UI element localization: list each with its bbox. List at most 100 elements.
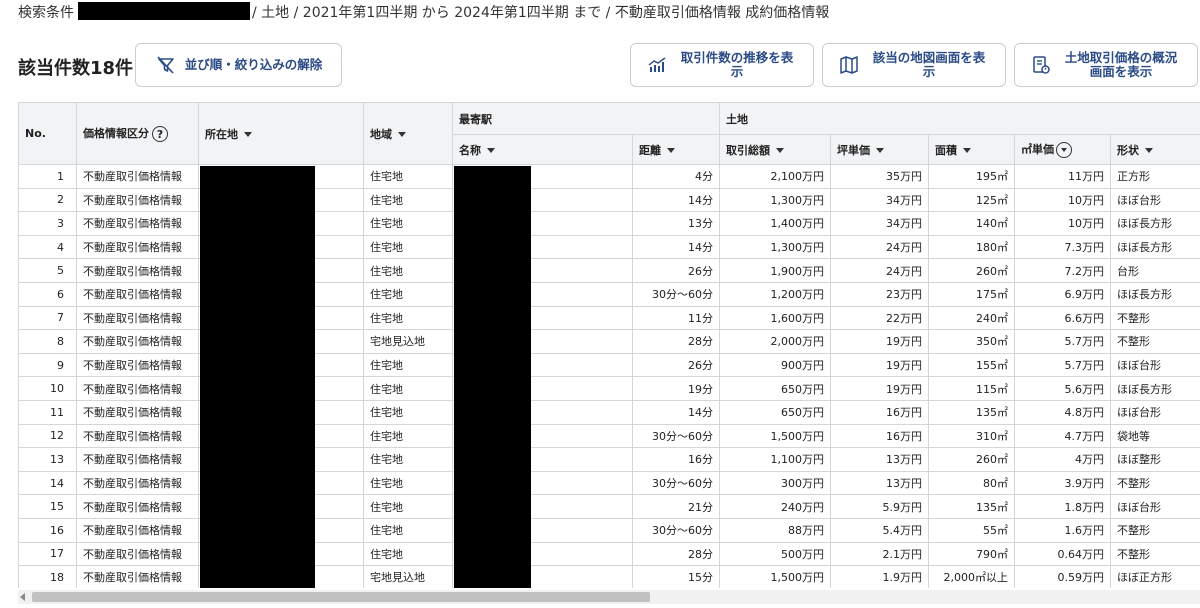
cell-sqm-price: 10万円: [1014, 187, 1111, 213]
cell-tsubo-price: 24万円: [830, 234, 929, 260]
col-tsubo-label: 坪単価: [837, 143, 870, 157]
col-header-location[interactable]: 所在地: [198, 102, 364, 165]
cell-tsubo-price: 2.1万円: [830, 541, 929, 567]
cell-info-type: 不動産取引価格情報: [76, 376, 199, 401]
col-header-distance[interactable]: 距離: [632, 134, 720, 165]
show-overview-button[interactable]: 土地取引価格の概況画面を表示: [1014, 43, 1198, 87]
col-header-tsubo-price[interactable]: 坪単価: [830, 134, 929, 165]
cell-tsubo-price: 19万円: [830, 352, 929, 378]
table-row[interactable]: 9 不動産取引価格情報 住宅地 26分 900万円 19万円 155㎡ 5.7万円 ほぼ台形: [18, 352, 1200, 378]
table-row[interactable]: 3 不動産取引価格情報 住宅地 13分 1,400万円 34万円 140㎡ 10万円 ほぼ長方形: [18, 211, 1200, 236]
sort-desc-active-icon[interactable]: [1056, 142, 1072, 158]
table-row[interactable]: 12 不動産取引価格情報 住宅地 30分〜60分 1,500万円 16万円 310㎡ 4.7万…: [18, 423, 1200, 449]
col-header-size[interactable]: 面積: [928, 134, 1015, 165]
cell-sqm-price: 1.6万円: [1014, 517, 1111, 543]
cell-info-type: 不動産取引価格情報: [76, 258, 199, 283]
show-trend-button[interactable]: 取引件数の推移を表示: [630, 43, 814, 87]
cell-area-type: 住宅地: [363, 494, 453, 519]
cell-no: 17: [18, 541, 77, 567]
cell-area-type: 住宅地: [363, 376, 453, 401]
cell-area-type: 住宅地: [363, 258, 453, 283]
cell-info-type: 不動産取引価格情報: [76, 517, 199, 543]
table-row[interactable]: 16 不動産取引価格情報 住宅地 30分〜60分 88万円 5.4万円 55㎡ 1.6万円 不整…: [18, 517, 1200, 543]
reset-button-label: 並び順・絞り込みの解除: [184, 57, 323, 72]
cell-shape: 不整形: [1110, 305, 1200, 331]
cell-distance: 13分: [632, 211, 720, 236]
cell-info-type: 不動産取引価格情報: [76, 352, 199, 378]
cell-distance: 30分〜60分: [632, 281, 720, 307]
cell-area-type: 住宅地: [363, 234, 453, 260]
map-button-label: 該当の地図画面を表示: [872, 50, 986, 79]
col-header-station-name[interactable]: 名称: [452, 134, 633, 165]
cell-size: 80㎡: [928, 470, 1015, 496]
cell-area-type: 住宅地: [363, 305, 453, 331]
cell-area-type: 住宅地: [363, 541, 453, 567]
table-row[interactable]: 17 不動産取引価格情報 住宅地 28分 500万円 2.1万円 790㎡ 0.64万円 不整形: [18, 541, 1200, 567]
cell-tsubo-price: 5.9万円: [830, 494, 929, 519]
cell-no: 3: [18, 211, 77, 236]
sort-caret-icon: [667, 148, 675, 153]
cell-distance: 28分: [632, 541, 720, 567]
cell-info-type: 不動産取引価格情報: [76, 281, 199, 307]
cell-no: 13: [18, 447, 77, 472]
col-info-type-label: 価格情報区分: [83, 127, 149, 140]
horizontal-scrollbar[interactable]: [18, 590, 1200, 604]
cell-area-type: 住宅地: [363, 211, 453, 236]
cell-area-type: 住宅地: [363, 164, 453, 189]
scrollbar-thumb[interactable]: [32, 592, 650, 602]
cell-no: 9: [18, 352, 77, 378]
cell-area-type: 住宅地: [363, 447, 453, 472]
table-row[interactable]: 8 不動産取引価格情報 宅地見込地 28分 2,000万円 19万円 350㎡ 5.7万円 不整…: [18, 329, 1200, 354]
cell-size: 260㎡: [928, 447, 1015, 472]
filter-off-icon: [155, 54, 177, 76]
cell-total: 1,500万円: [719, 565, 831, 588]
cell-tsubo-price: 16万円: [830, 423, 929, 449]
table-row[interactable]: 11 不動産取引価格情報 住宅地 14分 650万円 16万円 135㎡ 4.8万円 ほぼ台形: [18, 399, 1200, 425]
cell-no: 16: [18, 517, 77, 543]
cell-distance: 28分: [632, 329, 720, 354]
table-row[interactable]: 10 不動産取引価格情報 住宅地 19分 650万円 19万円 115㎡ 5.6万円 ほぼ長方形: [18, 376, 1200, 401]
col-location-label: 所在地: [205, 127, 238, 141]
cell-info-type: 不動産取引価格情報: [76, 565, 199, 588]
cell-no: 2: [18, 187, 77, 213]
cell-total: 1,500万円: [719, 423, 831, 449]
col-header-area-type[interactable]: 地域: [363, 102, 453, 165]
table-row[interactable]: 4 不動産取引価格情報 住宅地 14分 1,300万円 24万円 180㎡ 7.3万円 ほぼ長方…: [18, 234, 1200, 260]
cell-shape: 袋地等: [1110, 423, 1200, 449]
reset-sort-filter-button[interactable]: 並び順・絞り込みの解除: [135, 43, 342, 87]
cell-no: 14: [18, 470, 77, 496]
cell-shape: ほぼ長方形: [1110, 376, 1200, 401]
table-row[interactable]: 5 不動産取引価格情報 住宅地 26分 1,900万円 24万円 260㎡ 7.2万円 台形: [18, 258, 1200, 283]
cell-tsubo-price: 16万円: [830, 399, 929, 425]
table-row[interactable]: 13 不動産取引価格情報 住宅地 16分 1,100万円 13万円 260㎡ 4万円 ほぼ整形: [18, 447, 1200, 472]
cell-shape: ほぼ台形: [1110, 494, 1200, 519]
cell-sqm-price: 6.6万円: [1014, 305, 1111, 331]
show-map-button[interactable]: 該当の地図画面を表示: [822, 43, 1006, 87]
scroll-left-arrow-icon[interactable]: [20, 593, 25, 601]
help-icon[interactable]: ?: [152, 126, 168, 142]
col-header-total[interactable]: 取引総額: [719, 134, 831, 165]
cell-tsubo-price: 24万円: [830, 258, 929, 283]
col-header-info-type: 価格情報区分?: [76, 102, 199, 165]
table-row[interactable]: 15 不動産取引価格情報 住宅地 21分 240万円 5.9万円 135㎡ 1.8万円 ほぼ台形: [18, 494, 1200, 519]
cell-area-type: 宅地見込地: [363, 329, 453, 354]
col-header-sqm-price[interactable]: ㎡単価: [1014, 134, 1111, 165]
sort-caret-icon: [244, 132, 252, 137]
cell-total: 88万円: [719, 517, 831, 543]
col-header-shape[interactable]: 形状: [1110, 134, 1200, 165]
table-row[interactable]: 7 不動産取引価格情報 住宅地 11分 1,600万円 22万円 240㎡ 6.6万円 不整形: [18, 305, 1200, 331]
table-row[interactable]: 18 不動産取引価格情報 宅地見込地 15分 1,500万円 1.9万円 2,000㎡以上 0…: [18, 565, 1200, 588]
cell-tsubo-price: 1.9万円: [830, 565, 929, 588]
table-row[interactable]: 14 不動産取引価格情報 住宅地 30分〜60分 300万円 13万円 80㎡ 3.9万円 不整…: [18, 470, 1200, 496]
table-row[interactable]: 6 不動産取引価格情報 住宅地 30分〜60分 1,200万円 23万円 175㎡ 6.9万円…: [18, 281, 1200, 307]
cell-sqm-price: 6.9万円: [1014, 281, 1111, 307]
cell-shape: ほぼ整形: [1110, 447, 1200, 472]
table-row[interactable]: 1 不動産取引価格情報 住宅地 4分 2,100万円 35万円 195㎡ 11万円 正方形: [18, 164, 1200, 189]
table-row[interactable]: 2 不動産取引価格情報 住宅地 14分 1,300万円 34万円 125㎡ 10万円 ほぼ台形: [18, 187, 1200, 213]
cell-tsubo-price: 19万円: [830, 376, 929, 401]
cell-no: 7: [18, 305, 77, 331]
cell-sqm-price: 10万円: [1014, 211, 1111, 236]
cell-sqm-price: 5.6万円: [1014, 376, 1111, 401]
cell-no: 18: [18, 565, 77, 588]
cell-sqm-price: 4.7万円: [1014, 423, 1111, 449]
